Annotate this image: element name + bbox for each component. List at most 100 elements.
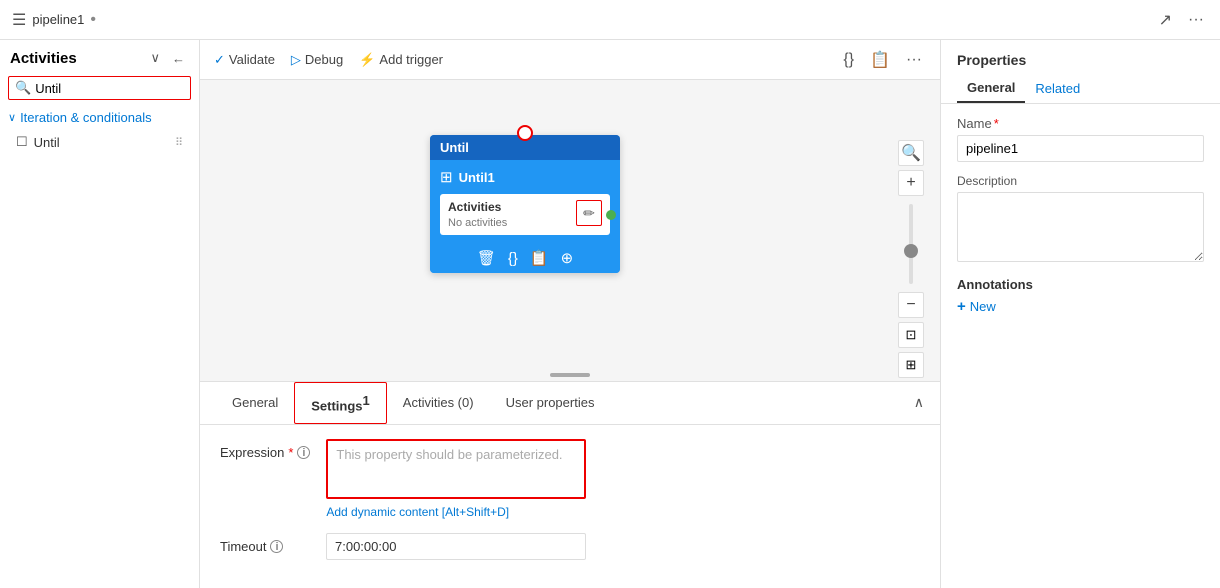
section-label: Iteration & conditionals bbox=[20, 110, 152, 125]
app-title: pipeline1 bbox=[32, 12, 84, 27]
tab-user-properties[interactable]: User properties bbox=[490, 385, 611, 420]
properties-body: Name * Description Annotations + New bbox=[941, 104, 1220, 339]
sidebar-item-label: Until bbox=[34, 135, 60, 150]
until-node-title: Until1 bbox=[459, 170, 495, 185]
code-icon-btn[interactable]: {} bbox=[839, 49, 858, 71]
expression-textarea[interactable]: This property should be parameterized. bbox=[326, 439, 586, 499]
new-label: New bbox=[970, 299, 996, 314]
logo-icon: ☰ bbox=[12, 10, 26, 30]
toolbar: ✓ Validate ▷ Debug ⚡ Add trigger {} 📋 ··… bbox=[200, 40, 940, 80]
until-header-label: Until bbox=[440, 140, 469, 155]
toolbar-right: {} 📋 ··· bbox=[839, 48, 926, 72]
debug-label: Debug bbox=[305, 52, 343, 67]
name-field: Name * bbox=[957, 116, 1204, 162]
zoom-expand-btn[interactable]: ⊞ bbox=[898, 352, 924, 378]
validate-icon: ✓ bbox=[214, 52, 225, 68]
section-collapse-icon: ∨ bbox=[8, 111, 16, 124]
description-field-label: Description bbox=[957, 174, 1204, 188]
timeout-input-group bbox=[326, 533, 606, 560]
sidebar: Activities ∨ ← 🔍 ∨ Iteration & condition… bbox=[0, 40, 200, 588]
green-status-dot bbox=[606, 210, 616, 220]
until-edit-btn[interactable]: ✏ bbox=[576, 200, 602, 226]
zoom-slider-thumb[interactable] bbox=[904, 244, 918, 258]
new-annotation-btn[interactable]: + New bbox=[957, 298, 996, 315]
monitor-icon-btn[interactable]: 📋 bbox=[866, 48, 894, 72]
name-input[interactable] bbox=[957, 135, 1204, 162]
sidebar-collapse-down[interactable]: ∨ bbox=[146, 48, 164, 68]
bottom-panel: General Settings1 Activities (0) User pr… bbox=[200, 381, 940, 588]
until-node[interactable]: Until ⊞ Until1 Activities No activities … bbox=[430, 135, 620, 273]
top-bar: ☰ pipeline1 • ↗ ··· bbox=[0, 0, 1220, 40]
validate-btn[interactable]: ✓ Validate bbox=[214, 52, 275, 68]
tab-general[interactable]: General bbox=[216, 385, 294, 420]
timeout-label: Timeout i bbox=[220, 533, 310, 554]
description-field: Description bbox=[957, 174, 1204, 265]
expression-required-star: * bbox=[288, 445, 293, 460]
expand-icon-btn[interactable]: ↗ bbox=[1155, 8, 1176, 32]
add-dynamic-content-link[interactable]: Add dynamic content [Alt+Shift+D] bbox=[326, 505, 606, 519]
search-icon: 🔍 bbox=[15, 80, 31, 96]
expression-row: Expression * i This property should be p… bbox=[220, 439, 920, 519]
more-toolbar-btn[interactable]: ··· bbox=[902, 49, 926, 71]
drag-handle-icon: ⠿ bbox=[175, 136, 183, 149]
zoom-fit-btn[interactable]: ⊡ bbox=[898, 322, 924, 348]
zoom-slider-track bbox=[909, 204, 913, 284]
zoom-out-btn[interactable]: − bbox=[898, 292, 924, 318]
search-input[interactable] bbox=[35, 81, 184, 96]
delete-btn[interactable]: 🗑 bbox=[477, 249, 496, 267]
zoom-search-btn[interactable]: 🔍 bbox=[898, 140, 924, 166]
name-required-star: * bbox=[994, 116, 999, 131]
timeout-info-icon: i bbox=[270, 540, 283, 553]
properties-tabs: General Related bbox=[941, 74, 1220, 104]
annotations-field: Annotations + New bbox=[957, 277, 1204, 315]
sidebar-section-iteration[interactable]: ∨ Iteration & conditionals bbox=[0, 106, 199, 129]
zoom-controls: 🔍 + − ⊡ ⊞ bbox=[898, 140, 924, 378]
props-tab-related[interactable]: Related bbox=[1025, 74, 1090, 103]
sidebar-title: Activities bbox=[10, 50, 77, 67]
expression-label: Expression * i bbox=[220, 439, 310, 460]
props-tab-general[interactable]: General bbox=[957, 74, 1025, 103]
until-activities-text: Activities No activities bbox=[448, 200, 507, 229]
until-title-row: ⊞ Until1 bbox=[440, 168, 610, 186]
code-btn[interactable]: {} bbox=[508, 250, 518, 267]
timeout-row: Timeout i bbox=[220, 533, 920, 560]
top-bar-icons: ↗ ··· bbox=[1155, 8, 1208, 32]
zoom-in-btn[interactable]: + bbox=[898, 170, 924, 196]
sidebar-collapse-icons: ∨ ← bbox=[146, 48, 189, 68]
app-logo: ☰ pipeline1 • bbox=[12, 10, 96, 30]
start-dot bbox=[517, 125, 533, 141]
debug-icon: ▷ bbox=[291, 52, 301, 68]
sidebar-search-box: 🔍 bbox=[8, 76, 191, 100]
bottom-tabs: General Settings1 Activities (0) User pr… bbox=[200, 382, 940, 425]
trigger-icon: ⚡ bbox=[359, 52, 375, 68]
until-node-footer: 🗑 {} 📋 ⊕ bbox=[430, 243, 620, 273]
until-node-body: ⊞ Until1 Activities No activities ✏ bbox=[430, 160, 620, 243]
debug-btn[interactable]: ▷ Debug bbox=[291, 52, 343, 68]
activities-sub: No activities bbox=[448, 217, 507, 229]
until-icon: ☐ bbox=[16, 134, 28, 150]
add-trigger-btn[interactable]: ⚡ Add trigger bbox=[359, 52, 443, 68]
sidebar-collapse-left[interactable]: ← bbox=[168, 48, 189, 68]
canvas[interactable]: Until ⊞ Until1 Activities No activities … bbox=[200, 80, 940, 381]
copy-btn[interactable]: 📋 bbox=[530, 249, 549, 267]
tab-activities[interactable]: Activities (0) bbox=[387, 385, 490, 420]
description-textarea[interactable] bbox=[957, 192, 1204, 262]
panel-collapse-btn[interactable]: ∧ bbox=[914, 394, 924, 411]
timeout-input[interactable] bbox=[326, 533, 586, 560]
activities-label: Activities bbox=[448, 200, 507, 214]
expression-info-icon: i bbox=[297, 446, 310, 459]
main-layout: Activities ∨ ← 🔍 ∨ Iteration & condition… bbox=[0, 40, 1220, 588]
unsaved-dot: • bbox=[90, 11, 96, 29]
add-output-btn[interactable]: ⊕ bbox=[561, 249, 574, 267]
sidebar-header: Activities ∨ ← bbox=[0, 40, 199, 76]
more-options-btn[interactable]: ··· bbox=[1184, 9, 1208, 31]
until-body-icon: ⊞ bbox=[440, 168, 453, 186]
bottom-content: Expression * i This property should be p… bbox=[200, 425, 940, 588]
scroll-handle bbox=[550, 373, 590, 377]
expression-input-group: This property should be parameterized. A… bbox=[326, 439, 606, 519]
name-field-label: Name * bbox=[957, 116, 1204, 131]
properties-panel: Properties General Related Name * Descri… bbox=[940, 40, 1220, 588]
sidebar-item-until[interactable]: ☐ Until ⠿ bbox=[0, 129, 199, 155]
until-activities-box: Activities No activities ✏ bbox=[440, 194, 610, 235]
tab-settings[interactable]: Settings1 bbox=[294, 382, 387, 424]
